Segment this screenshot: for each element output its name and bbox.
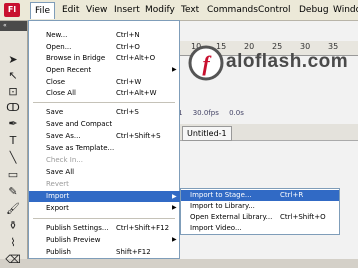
- subselection-tool-icon[interactable]: ↖: [4, 68, 22, 84]
- menu-separator: [33, 102, 175, 103]
- text-tool-icon[interactable]: T: [4, 133, 22, 149]
- frame-rate: 30.0fps: [192, 109, 219, 117]
- ruler-tick: 35: [328, 42, 339, 51]
- menu-item-publish[interactable]: Publish Shift+F12: [29, 247, 181, 257]
- import-submenu: Import to Stage... Ctrl+R Import to Libra…: [180, 188, 340, 235]
- menu-edit[interactable]: Edit: [58, 3, 83, 17]
- menu-item-revert: Revert: [46, 180, 69, 188]
- ruler-tick: 25: [272, 42, 283, 51]
- tools-panel: « ➤ ↖ ⊡ ↀ ✒ T ╲ ▭ ✎ 🖌 ⚱ ⌇ ⌫: [0, 21, 28, 266]
- watermark-text: aloflash.com: [226, 51, 349, 72]
- menu-separator: [33, 218, 175, 219]
- menu-view[interactable]: View: [82, 3, 111, 17]
- submenu-arrow-icon: ▶: [172, 204, 177, 211]
- ruler-tick: 30: [300, 42, 311, 51]
- brush-tool-icon[interactable]: 🖌: [4, 201, 22, 217]
- menu-modify[interactable]: Modify: [141, 3, 179, 17]
- eyedropper-tool-icon[interactable]: ⌇: [4, 235, 22, 251]
- pencil-tool-icon[interactable]: ✎: [4, 184, 22, 200]
- submenu-item-import-library[interactable]: Import to Library...: [181, 201, 339, 212]
- watermark-logo-icon: f: [188, 45, 224, 81]
- menu-control[interactable]: Control: [254, 3, 295, 17]
- timeline-status: 1 30.0fps 0.0s: [178, 109, 252, 121]
- menu-item-close[interactable]: Close Ctrl+W: [29, 77, 181, 87]
- menu-item-check-in: Check In...: [46, 156, 83, 164]
- flash-app-icon[interactable]: Fl: [4, 3, 20, 17]
- menu-item-new[interactable]: New... Ctrl+N: [29, 30, 181, 40]
- free-transform-tool-icon[interactable]: ⊡: [4, 84, 22, 100]
- submenu-item-import-video[interactable]: Import Video...: [181, 223, 339, 234]
- menu-item-save-all[interactable]: Save All: [29, 167, 181, 177]
- submenu-arrow-icon: ▶: [172, 193, 177, 200]
- menu-text[interactable]: Text: [177, 3, 203, 17]
- menu-item-open-recent[interactable]: Open Recent ▶: [29, 65, 181, 75]
- document-tab-bar: Untitled-1: [178, 124, 358, 141]
- menu-item-save-template[interactable]: Save as Template...: [29, 143, 181, 153]
- menu-file[interactable]: File: [30, 2, 56, 19]
- ink-bottle-tool-icon[interactable]: ⚱: [4, 218, 22, 234]
- selection-tool-icon[interactable]: ➤: [4, 52, 22, 68]
- eraser-tool-icon[interactable]: ⌫: [4, 252, 22, 268]
- menu-item-open[interactable]: Open... Ctrl+O: [29, 42, 181, 52]
- menu-item-save-as[interactable]: Save As... Ctrl+Shift+S: [29, 131, 181, 141]
- elapsed-time: 0.0s: [229, 109, 244, 117]
- submenu-item-import-stage[interactable]: Import to Stage... Ctrl+R: [181, 190, 339, 201]
- menu-insert[interactable]: Insert: [110, 3, 144, 17]
- menu-item-import[interactable]: Import ▶: [29, 191, 181, 202]
- panel-grip-icon[interactable]: «: [0, 21, 27, 31]
- menu-item-publish-preview[interactable]: Publish Preview ▶: [29, 235, 181, 245]
- file-menu-dropdown: New... Ctrl+N Open... Ctrl+O Browse in Bri…: [28, 20, 181, 259]
- pen-tool-icon[interactable]: ✒: [4, 116, 22, 132]
- menu-item-export[interactable]: Export ▶: [29, 203, 181, 213]
- menu-item-save-compact[interactable]: Save and Compact: [29, 119, 181, 129]
- ruler-tick: 20: [244, 42, 255, 51]
- lasso-tool-icon[interactable]: ↀ: [4, 100, 22, 116]
- menu-item-browse-bridge[interactable]: Browse in Bridge Ctrl+Alt+O: [29, 53, 181, 63]
- submenu-arrow-icon: ▶: [172, 66, 177, 73]
- document-tab[interactable]: Untitled-1: [182, 126, 232, 141]
- menu-window[interactable]: Windo: [329, 3, 358, 17]
- menu-item-close-all[interactable]: Close All Ctrl+Alt+W: [29, 88, 181, 98]
- line-tool-icon[interactable]: ╲: [4, 150, 22, 166]
- submenu-item-open-external-library[interactable]: Open External Library... Ctrl+Shift+O: [181, 212, 339, 223]
- menu-bar: Fl File Edit View Insert Modify Text Com…: [0, 0, 358, 21]
- menu-item-save[interactable]: Save Ctrl+S: [29, 107, 181, 117]
- menu-debug[interactable]: Debug: [295, 3, 333, 17]
- rectangle-tool-icon[interactable]: ▭: [4, 167, 22, 183]
- submenu-arrow-icon: ▶: [172, 236, 177, 243]
- menu-item-publish-settings[interactable]: Publish Settings... Ctrl+Shift+F12: [29, 223, 181, 233]
